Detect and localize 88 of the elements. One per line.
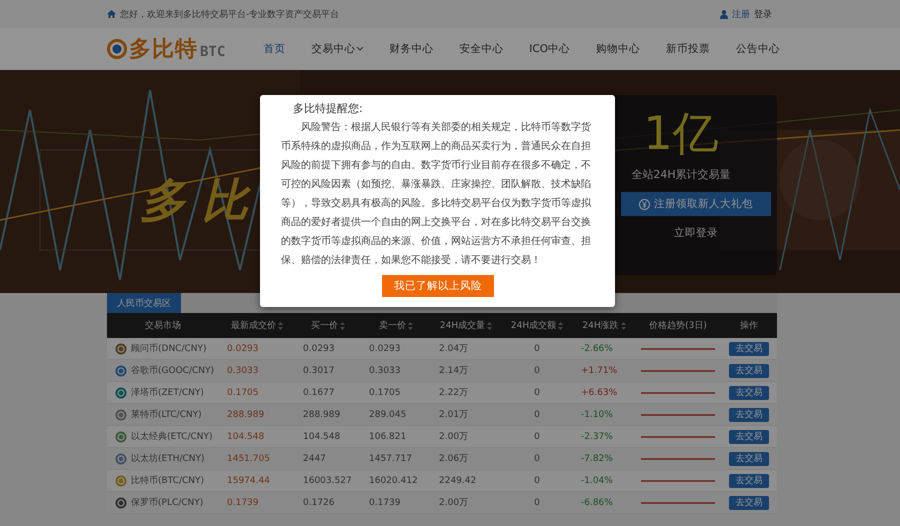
coin-icon: [115, 364, 127, 376]
column-title: 24H成交量: [440, 320, 486, 332]
nav-item[interactable]: 首页: [263, 42, 286, 56]
sort-icon[interactable]: [278, 322, 283, 330]
table-cell: 0.1739: [219, 492, 295, 514]
table-cell: 0.1726: [295, 492, 361, 514]
trade-button[interactable]: 去交易: [729, 474, 769, 488]
logo-icon: [107, 39, 127, 59]
register-button[interactable]: 注册领取新人大礼包: [621, 192, 771, 216]
user-icon: [720, 10, 728, 18]
dialog-title: 多比特提醒您:: [293, 101, 364, 116]
table-cell: 2.14万: [431, 360, 501, 382]
table-cell: 2.01万: [431, 404, 501, 426]
table-cell: 0.3017: [295, 360, 361, 382]
column-title: 卖一价: [379, 320, 406, 332]
table-cell: 1457.717: [361, 448, 431, 470]
volume-stat: 1亿: [643, 105, 719, 162]
risk-warning-text: 风险警告：根据人民银行等有关部委的相关规定，比特币等数字货币系特殊的虚拟商品，作为互联网上的商品买卖行为，普通民众在自担风险的前提下拥有参与的自由。数字货币行业目前存在很多不确定，不可控的风险因素（如预挖、暴涨暴跌、庄家操控、团队解散、技术缺陷等），导致交易具有极高的风险。多比特交易平台仅为数字货币等虚拟商品的爱好者提供一个自由的网上交换平台，对在多比特交易平台交换的数字货币等虚拟商品的来源、价值，网站运营方不承担任何审查、担保、赔偿的法律责任，如果您不能接受，请不要进行交易！: [281, 120, 592, 268]
sort-icon[interactable]: [340, 322, 345, 330]
welcome-text: 您好，欢迎来到多比特交易平台-专业数字资产交易平台: [120, 8, 340, 20]
market-name: 泽塔币(ZET/CNY): [131, 386, 204, 399]
table-cell: 288.989: [295, 404, 361, 426]
home-icon: [107, 10, 116, 18]
logo-suffix: BTC: [200, 44, 226, 60]
trade-button[interactable]: 去交易: [729, 496, 769, 510]
table-cell: 288.989: [219, 404, 295, 426]
table-cell: 1451.705: [219, 448, 295, 470]
nav-item[interactable]: 新币投票: [666, 42, 710, 56]
coin-icon: [115, 342, 127, 354]
column-title: 交易市场: [145, 320, 181, 332]
table-cell: 0: [501, 448, 573, 470]
coin-icon: [115, 474, 127, 486]
table-cell: 2.06万: [431, 448, 501, 470]
nav-item[interactable]: 公告中心: [736, 42, 780, 56]
login-link[interactable]: 立即登录: [674, 226, 718, 240]
column-title: 价格趋势(3日): [649, 320, 707, 332]
market-name: 以太坊(ETH/CNY): [131, 452, 205, 465]
trade-button[interactable]: 去交易: [729, 364, 769, 378]
table-cell: 0.3033: [219, 360, 295, 382]
coin-icon: [115, 452, 127, 464]
table-cell: 0: [501, 492, 573, 514]
table-cell: -6.86%: [573, 492, 635, 514]
market-name: 保罗币(PLC/CNY): [131, 496, 204, 509]
nav-item[interactable]: 安全中心: [459, 42, 504, 56]
column-title: 24H成交额: [510, 320, 556, 332]
market-name: 谷歌币(GOOC/CNY): [131, 364, 214, 377]
column-title: 最新成交价: [231, 320, 276, 332]
table-cell: -7.82%: [573, 448, 635, 470]
acknowledge-button[interactable]: 我已了解以上风险: [382, 275, 494, 297]
column-title: 24H涨跌: [582, 320, 619, 332]
coin-icon: [115, 496, 127, 508]
nav-item[interactable]: ICO中心: [529, 42, 570, 56]
sort-icon[interactable]: [408, 322, 413, 330]
trade-button[interactable]: 去交易: [729, 430, 769, 444]
nav-item[interactable]: 财务中心: [389, 42, 434, 56]
market-name: 比特币(BTC/CNY): [131, 474, 204, 487]
sort-icon[interactable]: [558, 322, 564, 330]
volume-label: 全站24H累计交易量: [631, 167, 731, 182]
table-cell: 0: [501, 360, 573, 382]
table-cell: 2447: [295, 448, 361, 470]
trade-button[interactable]: 去交易: [729, 342, 769, 356]
market-tab[interactable]: 人民币交易区: [107, 293, 181, 313]
trade-button[interactable]: 去交易: [729, 386, 769, 400]
table-cell: 0: [501, 404, 573, 426]
column-title: 操作: [740, 320, 758, 332]
yuan-icon: [639, 198, 650, 210]
table-cell: -1.10%: [573, 404, 635, 426]
nav-item[interactable]: 交易中心: [311, 42, 364, 56]
sort-icon[interactable]: [620, 322, 626, 330]
trade-button[interactable]: 去交易: [729, 452, 769, 466]
sort-icon[interactable]: [487, 322, 492, 330]
table-cell: 2.00万: [431, 492, 501, 514]
coin-icon: [115, 408, 127, 420]
table-cell: 289.045: [361, 404, 431, 426]
table-cell: 0.1739: [361, 492, 431, 514]
market-name: 莱特币(LTC/CNY): [131, 408, 202, 421]
market-name: 以太经典(ETC/CNY): [131, 430, 213, 443]
login-link[interactable]: 登录: [754, 8, 772, 20]
register-link[interactable]: 注册: [732, 8, 750, 20]
trade-button[interactable]: 去交易: [729, 408, 769, 422]
nav-item[interactable]: 购物中心: [596, 42, 640, 56]
coin-icon: [115, 430, 127, 442]
coin-icon: [115, 386, 127, 398]
table-cell: 0.3033: [361, 360, 431, 382]
table-cell: +1.71%: [573, 360, 635, 382]
logo-text: 多比特: [129, 36, 198, 64]
column-title: 买一价: [311, 320, 338, 332]
market-name: 顾问币(DNC/CNY): [131, 342, 207, 355]
